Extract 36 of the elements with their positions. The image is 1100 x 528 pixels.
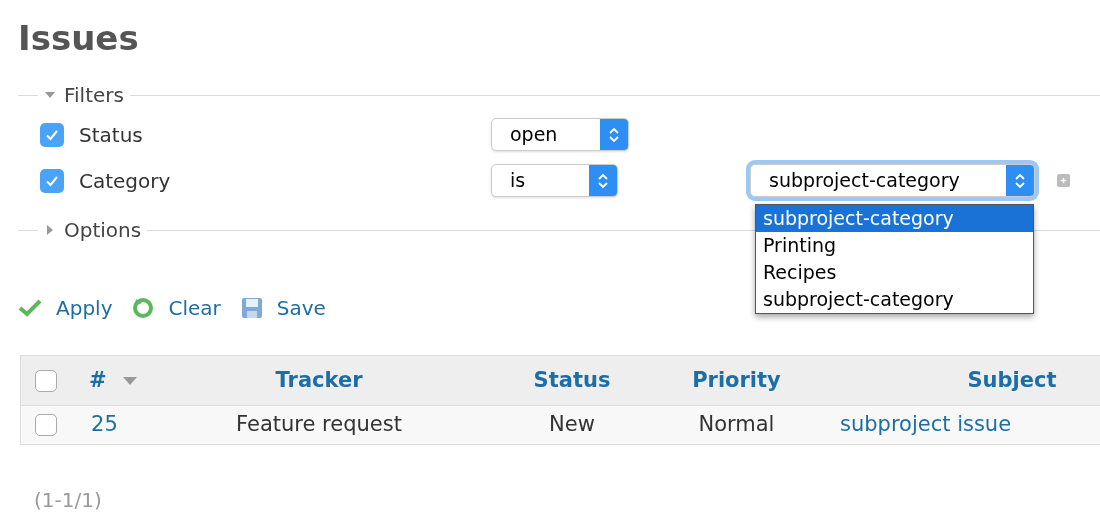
checkbox[interactable]: [35, 369, 58, 392]
checkbox[interactable]: [40, 168, 64, 193]
table-cell: Normal: [698, 412, 775, 437]
column-header[interactable]: Priority: [692, 364, 781, 397]
filter-label: Category: [79, 167, 171, 195]
filter-label: Status: [79, 121, 143, 149]
select-dropdown[interactable]: is: [491, 164, 618, 197]
select-dropdown[interactable]: open: [491, 118, 629, 151]
save-link[interactable]: Save: [276, 293, 326, 323]
dropdown-option[interactable]: subproject-category: [756, 286, 1033, 313]
table-cell: New: [549, 412, 595, 437]
issue-subject-link[interactable]: subproject issue: [840, 412, 1012, 437]
dropdown-option[interactable]: Recipes: [756, 259, 1033, 286]
issue-id-link[interactable]: 25: [91, 412, 118, 437]
checkbox[interactable]: [35, 414, 58, 436]
dropdown-option[interactable]: Printing: [756, 232, 1033, 259]
column-header[interactable]: #: [89, 364, 107, 397]
clear-link[interactable]: Clear: [168, 293, 221, 323]
dropdown-option[interactable]: subproject-category: [756, 205, 1033, 232]
stepper-icon: [1006, 165, 1034, 196]
add-icon[interactable]: [1057, 174, 1070, 187]
pagination-count: (1-1/1): [34, 487, 103, 514]
table-cell: Feature request: [236, 412, 402, 437]
page-title: Issues: [18, 17, 140, 60]
column-header[interactable]: Status: [533, 364, 611, 397]
section-legend[interactable]: Filters: [64, 80, 124, 110]
check-icon: [18, 298, 42, 318]
column-header[interactable]: Subject: [967, 364, 1057, 397]
apply-link[interactable]: Apply: [56, 293, 113, 323]
section-legend[interactable]: Options: [64, 215, 142, 245]
stepper-icon: [600, 119, 628, 150]
sort-icon[interactable]: [122, 376, 137, 385]
refresh-icon: [132, 297, 155, 319]
stepper-icon: [589, 165, 617, 196]
column-header[interactable]: Tracker: [275, 364, 363, 397]
checkbox[interactable]: [40, 122, 64, 147]
